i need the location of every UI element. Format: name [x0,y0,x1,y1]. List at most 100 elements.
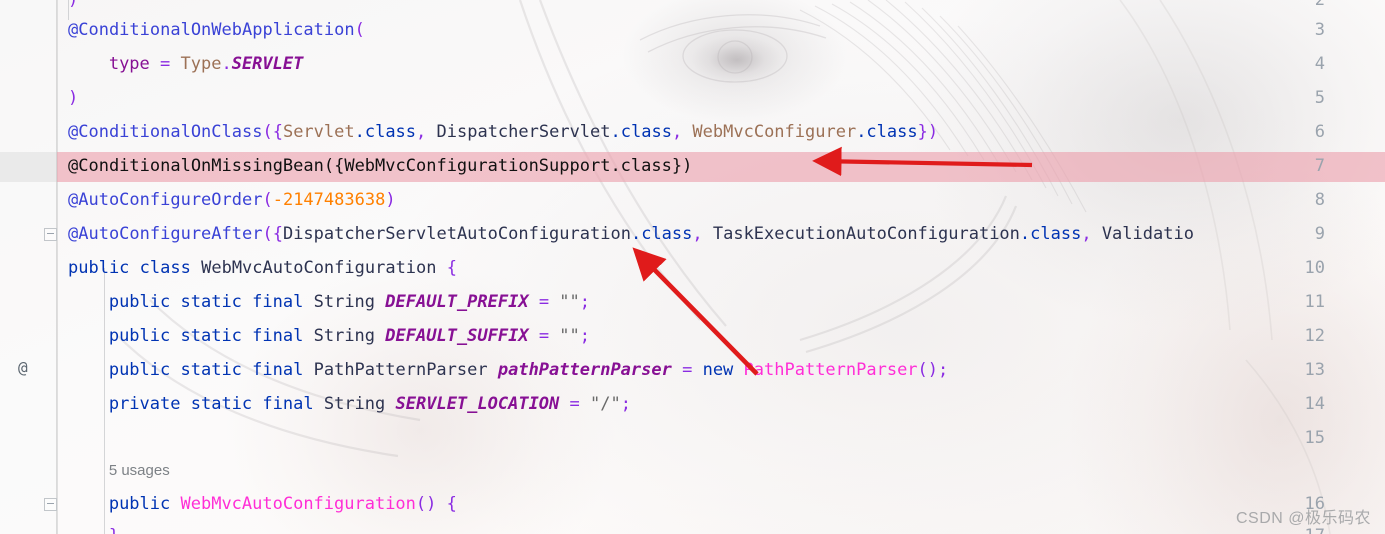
line-number: 15 [1304,428,1325,448]
code-token: DEFAULT_PREFIX [385,292,529,312]
code-line: public class WebMvcAutoConfiguration { [68,258,457,278]
code-token: .class [354,122,417,142]
code-token: .class [630,224,693,244]
code-token: = [149,54,181,74]
line-number: 3 [1314,20,1325,40]
code-line: @ConditionalOnWebApplication( [68,20,365,40]
code-token: type [108,54,150,74]
code-token: = [528,326,560,346]
code-token: ) [68,0,79,10]
code-token: @AutoConfigureAfter [68,224,263,244]
code-token: @ConditionalOnMissingBean({WebMvcConfigu… [68,156,693,176]
code-token: ({ [262,122,283,142]
code-token: public [108,292,171,312]
code-token: private [108,394,181,414]
code-token: DispatcherServletAutoConfiguration [282,224,631,244]
code-token: ( [262,190,273,210]
code-fold-marker[interactable] [44,228,57,241]
csdn-watermark: CSDN @极乐码农 [1235,510,1371,527]
code-line: @AutoConfigureAfter({DispatcherServletAu… [68,224,1194,244]
code-line: public static final String DEFAULT_PREFI… [109,292,590,312]
code-token: DEFAULT_SUFFIX [385,326,529,346]
line-number: 13 [1304,360,1325,380]
code-token: static [190,394,253,414]
code-token: PathPatternParser [313,360,488,380]
line-number: 5 [1314,88,1325,108]
code-line: public static final PathPatternParser pa… [109,360,948,380]
code-token: , [671,122,693,142]
code-token: , [416,122,437,142]
code-token: = [559,394,590,414]
code-token: 5 usages [108,462,170,479]
code-token: public [68,258,130,278]
code-token: WebMvcAutoConfiguration [180,494,416,514]
code-token: static [180,292,242,312]
inlay-hint[interactable]: 5 usages [109,460,170,481]
code-line: @ConditionalOnClass({Servlet.class, Disp… [68,122,938,142]
code-token: = [671,360,703,380]
code-token: static [180,326,242,346]
code-token: = [528,292,560,312]
annotation-gutter-icon[interactable]: @ [18,358,28,378]
code-token: { [446,494,457,514]
code-token: public [108,326,171,346]
code-line: } [109,526,119,534]
code-token: PathPatternParser [743,360,918,380]
code-fold-marker[interactable] [44,498,57,511]
code-token: TaskExecutionAutoConfiguration [712,224,1020,244]
code-token: ) [68,88,79,108]
code-token: @ConditionalOnWebApplication [68,20,355,40]
code-token: () [917,360,939,380]
code-token: public [108,360,171,380]
line-number: 14 [1304,394,1325,414]
code-token: "" [559,326,580,346]
code-token: SERVLET [231,54,304,74]
code-line: ) [68,0,78,10]
code-token: WebMvcAutoConfiguration [201,258,437,278]
code-editor[interactable]: @ ) @ConditionalOnWebApplication(type = T… [0,0,1385,534]
code-token: } [109,526,119,534]
code-token: ) [385,190,396,210]
code-token: public [108,494,171,514]
code-token: static [180,360,242,380]
code-token: ({ [262,224,283,244]
code-line: private static final String SERVLET_LOCA… [109,394,631,414]
code-line: public WebMvcAutoConfiguration() { [109,494,457,514]
code-token: Type [180,54,222,74]
code-token: String [323,394,386,414]
code-token: @ConditionalOnClass [68,122,263,142]
code-token: . [221,54,232,74]
line-number: 8 [1314,190,1325,210]
line-number: 9 [1314,224,1325,244]
code-line: ) [68,88,78,108]
code-token: .class [610,122,672,142]
code-token: final [252,360,304,380]
code-token: pathPatternParser [497,360,672,380]
code-line: @AutoConfigureOrder(-2147483638) [68,190,396,210]
code-token: }) [917,122,939,142]
code-token: ; [938,360,949,380]
code-token: String [313,326,376,346]
code-token: ; [620,394,631,414]
code-token: "/" [590,394,621,414]
line-number: 2 [1314,0,1325,10]
line-number: 12 [1304,326,1325,346]
code-token: DispatcherServlet [436,122,611,142]
line-number: 10 [1304,258,1325,278]
line-number: 7 [1314,156,1325,176]
code-token: -2147483638 [272,190,386,210]
code-token: WebMvcConfigurer [692,122,857,142]
code-token: () [415,494,437,514]
